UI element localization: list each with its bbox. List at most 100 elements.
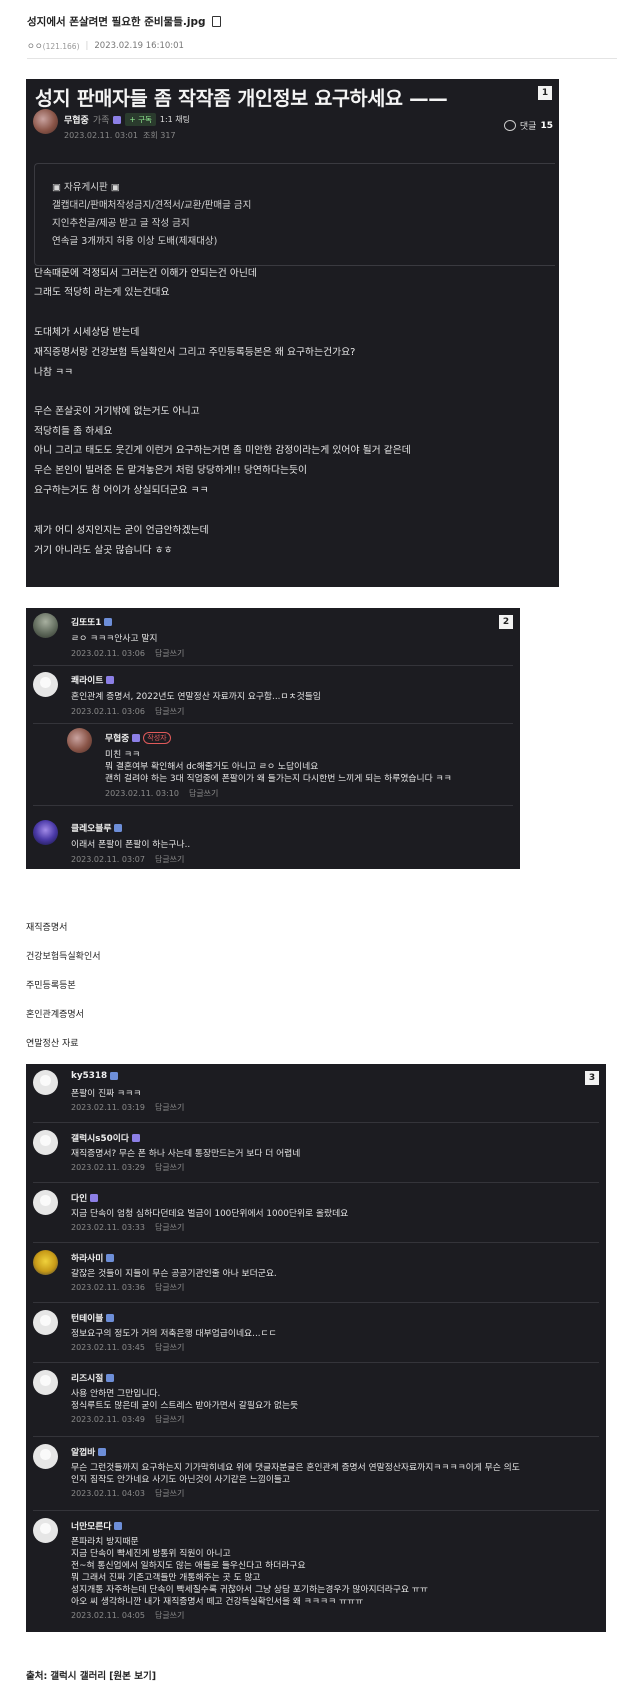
- comment-date: 2023.02.11. 03:36: [71, 1283, 145, 1292]
- post-header: 성지에서 폰살려면 필요한 준비물들.jpg ㅇㅇ(121.166) | 202…: [27, 14, 617, 52]
- author-nick[interactable]: ㅇㅇ: [27, 42, 43, 52]
- post-author-row: 무협중 가족 + 구독 1:1 채팅: [64, 113, 190, 126]
- author-name[interactable]: ㅇㅇ(121.166): [27, 40, 80, 52]
- body-line: 제가 어디 성지인지는 굳이 언급안하겠는데: [34, 525, 209, 536]
- comment-author-name[interactable]: 하라사미: [71, 1251, 103, 1264]
- screenshot-post-panel: 성지 판매자들 좀 작작좀 개인정보 요구하세요 —— 1 무협중 가족 + 구…: [26, 79, 559, 587]
- reply-button[interactable]: 답글쓰기: [189, 789, 218, 798]
- comment-date: 2023.02.11. 03:10: [105, 789, 179, 798]
- comment-divider: [33, 1122, 599, 1123]
- post-datetime: 2023.02.19 16:10:01: [94, 41, 184, 51]
- reply-button[interactable]: 답글쓰기: [155, 1415, 184, 1424]
- comment-divider: [33, 665, 513, 666]
- subscribe-button[interactable]: + 구독: [125, 113, 156, 126]
- comment-text: 괜히 걸려야 하는 3대 직업중에 폰팔이가 왜 들가는지 다시한번 느끼게 되…: [105, 774, 452, 784]
- bookmark-icon[interactable]: [211, 16, 221, 27]
- comment-author-name[interactable]: ky5318: [71, 1071, 107, 1081]
- reply-button[interactable]: 답글쓰기: [155, 1283, 184, 1292]
- comment-author-name[interactable]: 무협중: [105, 731, 129, 744]
- reply-button[interactable]: 답글쓰기: [155, 1489, 184, 1498]
- comment-author-name[interactable]: 클레오블루: [71, 821, 111, 834]
- comment-meta: 2023.02.11. 03:29 답글쓰기: [71, 1162, 184, 1173]
- doc-list-item: 연말정산 자료: [26, 1039, 79, 1049]
- rule-line: 지인추천글/제공 받고 글 작성 금지: [52, 218, 190, 229]
- comment-author-name[interactable]: 갤럭시s50이다: [71, 1131, 129, 1144]
- post-title: 성지에서 폰살려면 필요한 준비물들.jpg: [27, 16, 206, 28]
- comment-meta: 2023.02.11. 03:45 답글쓰기: [71, 1342, 184, 1353]
- level-icon: [106, 675, 115, 684]
- comment-author-name[interactable]: 쾌라이트: [71, 673, 103, 686]
- comment-author-name[interactable]: 리즈시절: [71, 1371, 103, 1384]
- reply-button[interactable]: 답글쓰기: [155, 1611, 184, 1620]
- doc-list-item: 혼인관계증명서: [26, 1010, 84, 1020]
- comment-author[interactable]: 너만모른다: [71, 1519, 123, 1532]
- comment-author[interactable]: 알껍바: [71, 1445, 107, 1458]
- doc-list-item: 건강보험득실확인서: [26, 952, 101, 962]
- reply-button[interactable]: 답글쓰기: [155, 1343, 184, 1352]
- comment-author[interactable]: ky5318: [71, 1071, 119, 1081]
- comment-author[interactable]: 하라사미: [71, 1251, 115, 1264]
- comment-divider: [33, 1436, 599, 1437]
- body-line: 적당히들 좀 하세요: [34, 426, 113, 437]
- comment-author[interactable]: 무협중 작성자: [105, 731, 171, 744]
- default-avatar-icon: [33, 1130, 58, 1155]
- comment-date: 2023.02.11. 03:49: [71, 1415, 145, 1424]
- source-original-link[interactable]: [원본 보기]: [109, 1671, 156, 1682]
- comment-count: 15: [540, 120, 553, 131]
- comment-text: 정보요구의 정도가 거의 저축은행 대부업급이네요...ㄷㄷ: [71, 1329, 277, 1339]
- comment-author-name[interactable]: 턴테이블: [71, 1311, 103, 1324]
- comment-date: 2023.02.11. 04:03: [71, 1489, 145, 1498]
- comment-author[interactable]: 쾌라이트: [71, 673, 115, 686]
- body-line: 무슨 본인이 빌려준 돈 맡겨놓은거 처럼 당당하게!! 당연하다는듯이: [34, 465, 308, 476]
- default-avatar-icon: [33, 1190, 58, 1215]
- post-author-name[interactable]: 무협중: [64, 113, 89, 126]
- reply-button[interactable]: 답글쓰기: [155, 1223, 184, 1232]
- comment-author-name[interactable]: 알껍바: [71, 1445, 95, 1458]
- comment-divider: [33, 1182, 599, 1183]
- comment-meta: 2023.02.11. 04:05 답글쓰기: [71, 1610, 184, 1621]
- comment-divider: [33, 1242, 599, 1243]
- body-line: 요구하는거도 참 어이가 상실되더군요 ㅋㅋ: [34, 485, 209, 496]
- comment-label: 댓글: [519, 122, 537, 132]
- comment-date: 2023.02.11. 03:07: [71, 855, 145, 864]
- comment-author-name[interactable]: 다인: [71, 1191, 87, 1204]
- default-avatar-icon: [33, 1444, 58, 1469]
- source-label: 출처:: [26, 1671, 48, 1682]
- comment-avatar: [33, 820, 58, 845]
- post-views: 조회 317: [143, 131, 176, 140]
- comment-text: 재직증명서? 무슨 폰 하나 사는데 통장만드는거 보다 더 어렵네: [71, 1149, 301, 1159]
- comment-meta: 2023.02.11. 04:03 답글쓰기: [71, 1488, 184, 1499]
- post-title-row: 성지에서 폰살려면 필요한 준비물들.jpg: [27, 14, 617, 29]
- comment-date: 2023.02.11. 03:06: [71, 649, 145, 658]
- level-icon: [106, 1373, 115, 1382]
- comment-author[interactable]: 다인: [71, 1191, 99, 1204]
- body-line: 그래도 적당히 라는게 있는건대요: [34, 287, 170, 298]
- level-icon: [106, 1253, 115, 1262]
- default-avatar-icon: [33, 1370, 58, 1395]
- reply-button[interactable]: 답글쓰기: [155, 1163, 184, 1172]
- level-icon: [110, 1072, 119, 1080]
- comment-author-name[interactable]: 김또또1: [71, 615, 101, 628]
- reply-button[interactable]: 답글쓰기: [155, 1103, 184, 1112]
- comment-date: 2023.02.11. 03:33: [71, 1223, 145, 1232]
- comment-author[interactable]: 갤럭시s50이다: [71, 1131, 140, 1144]
- chat-button[interactable]: 1:1 채팅: [160, 114, 190, 125]
- source-gallery-link[interactable]: 갤럭시 갤러리: [50, 1671, 106, 1682]
- reply-button[interactable]: 답글쓰기: [155, 707, 184, 716]
- header-divider: [27, 58, 617, 59]
- reply-button[interactable]: 답글쓰기: [155, 855, 184, 864]
- comment-author-name[interactable]: 너만모른다: [71, 1519, 111, 1532]
- image-number-badge: 3: [585, 1071, 599, 1085]
- comment-count-button[interactable]: 댓글 15: [503, 119, 553, 132]
- default-avatar-icon: [33, 672, 58, 697]
- level-icon: [131, 1133, 140, 1142]
- comment-author[interactable]: 김또또1: [71, 615, 113, 628]
- comment-author[interactable]: 클레오블루: [71, 821, 123, 834]
- level-icon: [132, 733, 141, 742]
- comment-author[interactable]: 리즈시절: [71, 1371, 115, 1384]
- level-icon: [104, 617, 113, 626]
- body-line: 재직증명서랑 건강보험 득실확인서 그리고 주민등록등본은 왜 요구하는건가요?: [34, 347, 356, 358]
- comment-text: 갈잖은 것들이 지들이 무슨 공공기관인줄 아나 보더군요.: [71, 1269, 277, 1279]
- comment-author[interactable]: 턴테이블: [71, 1311, 115, 1324]
- reply-button[interactable]: 답글쓰기: [155, 649, 184, 658]
